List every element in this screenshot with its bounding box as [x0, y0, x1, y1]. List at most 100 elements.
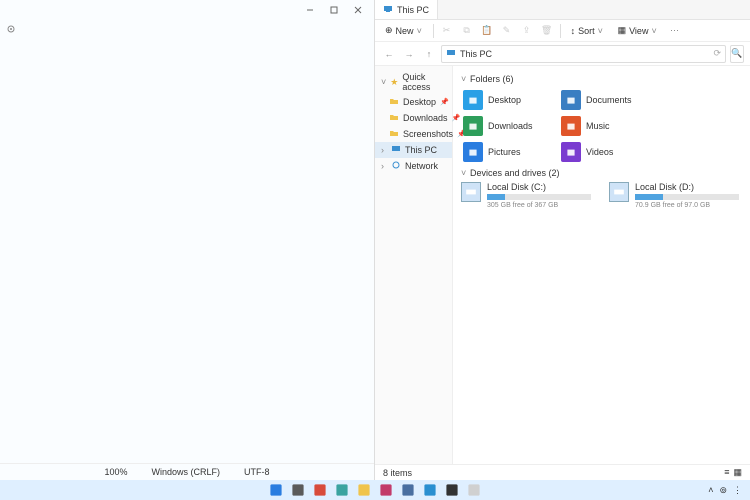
chevron-right-icon: › — [381, 145, 387, 155]
search-input[interactable]: 🔍 — [730, 45, 744, 63]
taskbar-start-icon[interactable] — [268, 482, 284, 498]
chevron-down-icon: ˅ — [381, 77, 386, 87]
taskbar-settings-icon[interactable] — [400, 482, 416, 498]
close-button[interactable] — [346, 1, 370, 19]
tray-expand-icon[interactable]: ˄ — [708, 485, 713, 495]
tab-label: This PC — [397, 5, 429, 15]
sort-icon: ↕ — [571, 26, 576, 36]
delete-icon[interactable]: 🗑 — [540, 24, 554, 38]
folder-icon — [389, 128, 399, 140]
file-explorer-window: This PC ⊕ New ˅ ✂ ⧉ 📋 ✎ ⇪ 🗑 ↕ Sort ˅ ▦ — [375, 0, 750, 480]
folder-icon — [463, 116, 483, 136]
back-button[interactable]: ← — [381, 46, 397, 62]
sidebar-quick-access[interactable]: ˅ ★ Quick access — [375, 70, 452, 94]
sidebar-item-downloads[interactable]: Downloads📌 — [375, 110, 452, 126]
minimize-button[interactable] — [298, 1, 322, 19]
taskbar-slack-icon[interactable] — [378, 482, 394, 498]
maximize-button[interactable] — [322, 1, 346, 19]
sidebar-item-screenshots[interactable]: Screenshots📌 — [375, 126, 452, 142]
separator — [433, 24, 434, 38]
taskbar: ˄ ⊚ ⋮ — [0, 480, 750, 500]
more-icon[interactable]: ⋯ — [667, 24, 681, 38]
section-folders[interactable]: ˅ Folders (6) — [461, 74, 742, 84]
taskbar-iris-icon[interactable] — [334, 482, 350, 498]
address-text: This PC — [460, 49, 492, 59]
up-button[interactable]: ↑ — [421, 46, 437, 62]
status-charset[interactable]: UTF-8 — [244, 467, 270, 477]
tray-wifi-icon[interactable]: ⋮ — [733, 485, 742, 496]
left-titlebar — [0, 0, 374, 20]
star-icon: ★ — [390, 77, 398, 88]
status-encoding[interactable]: Windows (CRLF) — [152, 467, 221, 477]
folder-icon — [561, 116, 581, 136]
sidebar-this-pc[interactable]: › This PC — [375, 142, 452, 158]
network-icon — [391, 160, 401, 172]
folder-downloads[interactable]: Downloads — [461, 114, 557, 138]
folder-documents[interactable]: Documents — [559, 88, 655, 112]
taskbar-explorer-icon[interactable] — [356, 482, 372, 498]
gear-icon[interactable] — [6, 24, 16, 36]
pc-icon — [383, 4, 393, 16]
pc-icon — [446, 48, 456, 60]
tab-this-pc[interactable]: This PC — [375, 0, 438, 19]
sidebar: ˅ ★ Quick access Desktop📌Downloads📌Scree… — [375, 66, 453, 464]
folder-icon — [389, 96, 399, 108]
storage-bar — [635, 194, 739, 200]
explorer-nav: ← → ↑ This PC ⟳ 🔍 — [375, 42, 750, 66]
view-button[interactable]: ▦ View ˅ — [614, 25, 662, 36]
taskbar-vscode-icon[interactable] — [422, 482, 438, 498]
forward-button[interactable]: → — [401, 46, 417, 62]
folder-videos[interactable]: Videos — [559, 140, 655, 164]
system-tray[interactable]: ˄ ⊚ ⋮ — [708, 485, 742, 496]
chevron-right-icon: › — [381, 161, 387, 171]
folder-pictures[interactable]: Pictures — [461, 140, 557, 164]
explorer-tabs: This PC — [375, 0, 750, 20]
cut-icon[interactable]: ✂ — [440, 24, 454, 38]
chevron-down-icon: ˅ — [461, 168, 467, 178]
chevron-down-icon: ˅ — [598, 26, 604, 36]
address-bar[interactable]: This PC ⟳ — [441, 45, 726, 63]
content-pane: ˅ Folders (6) DesktopDocumentsDownloadsM… — [453, 66, 750, 464]
storage-bar — [487, 194, 591, 200]
copy-icon[interactable]: ⧉ — [460, 24, 474, 38]
left-statusbar: 100% Windows (CRLF) UTF-8 — [0, 463, 374, 480]
tiles-view-icon[interactable]: ▦ — [733, 467, 742, 478]
tray-network-icon[interactable]: ⊚ — [719, 485, 727, 496]
folder-icon — [561, 90, 581, 110]
plus-icon: ⊕ — [385, 25, 393, 36]
view-icon: ▦ — [618, 25, 627, 36]
folder-icon — [561, 142, 581, 162]
drive-local-disk--d--[interactable]: Local Disk (D:)70.9 GB free of 97.0 GB — [609, 182, 739, 209]
separator — [560, 24, 561, 38]
drive-icon — [461, 182, 481, 202]
refresh-icon[interactable]: ⟳ — [713, 48, 721, 59]
left-app-window: 100% Windows (CRLF) UTF-8 — [0, 0, 375, 480]
folder-desktop[interactable]: Desktop — [461, 88, 557, 112]
explorer-statusbar: 8 items ≡ ▦ — [375, 464, 750, 480]
chevron-down-icon: ˅ — [651, 26, 657, 36]
pin-icon: 📌 — [440, 98, 449, 106]
left-body — [0, 20, 374, 463]
folder-music[interactable]: Music — [559, 114, 655, 138]
taskbar-chrome-icon[interactable] — [312, 482, 328, 498]
pc-icon — [391, 144, 401, 156]
drive-local-disk--c--[interactable]: Local Disk (C:)305 GB free of 367 GB — [461, 182, 591, 209]
taskbar-notepad-icon[interactable] — [466, 482, 482, 498]
chevron-down-icon: ˅ — [417, 26, 423, 36]
taskbar-terminal-icon[interactable] — [444, 482, 460, 498]
share-icon[interactable]: ⇪ — [520, 24, 534, 38]
section-drives[interactable]: ˅ Devices and drives (2) — [461, 168, 742, 178]
sidebar-item-desktop[interactable]: Desktop📌 — [375, 94, 452, 110]
paste-icon[interactable]: 📋 — [480, 24, 494, 38]
sort-button[interactable]: ↕ Sort ˅ — [567, 26, 608, 36]
explorer-toolbar: ⊕ New ˅ ✂ ⧉ 📋 ✎ ⇪ 🗑 ↕ Sort ˅ ▦ View ˅ ⋯ — [375, 20, 750, 42]
sidebar-network[interactable]: › Network — [375, 158, 452, 174]
rename-icon[interactable]: ✎ — [500, 24, 514, 38]
new-button[interactable]: ⊕ New ˅ — [381, 25, 427, 36]
details-view-icon[interactable]: ≡ — [724, 467, 729, 478]
folder-icon — [463, 90, 483, 110]
taskbar-search-icon[interactable] — [290, 482, 306, 498]
chevron-down-icon: ˅ — [461, 74, 467, 84]
status-zoom[interactable]: 100% — [104, 467, 127, 477]
status-item-count: 8 items — [383, 468, 412, 478]
